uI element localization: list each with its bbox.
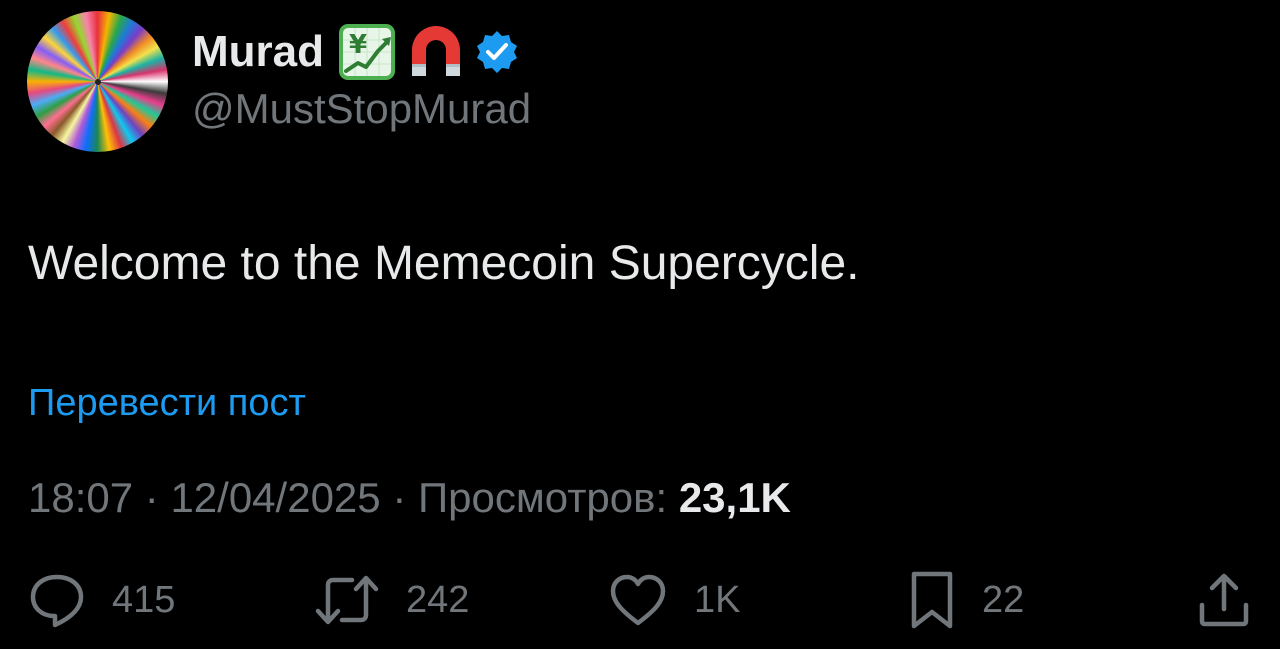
svg-text:¥: ¥ <box>349 30 367 60</box>
like-button[interactable]: 1K <box>608 568 740 632</box>
reply-icon <box>30 574 84 628</box>
views-count: 23,1K <box>678 474 791 521</box>
post-meta: 18:07 · 12/04/2025 · Просмотров: 23,1K <box>28 470 791 526</box>
post-date[interactable]: 12/04/2025 <box>170 474 380 521</box>
author-name-row: Murad ¥ <box>192 24 520 80</box>
magnet-emoji <box>412 26 460 76</box>
post-text: Welcome to the Memecoin Supercycle. <box>28 237 860 290</box>
retweet-button[interactable]: 242 <box>314 568 469 632</box>
chart-increasing-with-yen-emoji: ¥ <box>339 24 395 80</box>
bookmark-count: 22 <box>982 578 1025 621</box>
meta-separator: · <box>380 474 418 521</box>
retweet-count: 242 <box>406 578 470 621</box>
views-label: Просмотров: <box>417 474 668 521</box>
verified-badge-icon[interactable] <box>474 29 520 75</box>
reply-count: 415 <box>112 578 176 621</box>
bookmark-button[interactable]: 22 <box>908 568 1024 632</box>
avatar[interactable] <box>27 11 168 152</box>
heart-icon <box>610 574 666 626</box>
action-bar: 415 242 1K 22 <box>0 568 1280 632</box>
tweet: Murad ¥ @MustStopMurad Welcome to the Me… <box>0 0 1280 649</box>
like-count: 1K <box>694 578 741 621</box>
translate-post-link[interactable]: Перевести пост <box>28 378 306 428</box>
author-handle[interactable]: @MustStopMurad <box>192 85 531 133</box>
meta-separator: · <box>133 474 171 521</box>
author-display-name[interactable]: Murad <box>192 27 324 77</box>
bookmark-icon <box>911 571 953 629</box>
reply-button[interactable]: 415 <box>28 568 175 632</box>
share-button[interactable] <box>1196 568 1252 632</box>
share-icon <box>1199 573 1249 627</box>
post-time[interactable]: 18:07 <box>28 474 133 521</box>
retweet-icon <box>315 575 379 625</box>
